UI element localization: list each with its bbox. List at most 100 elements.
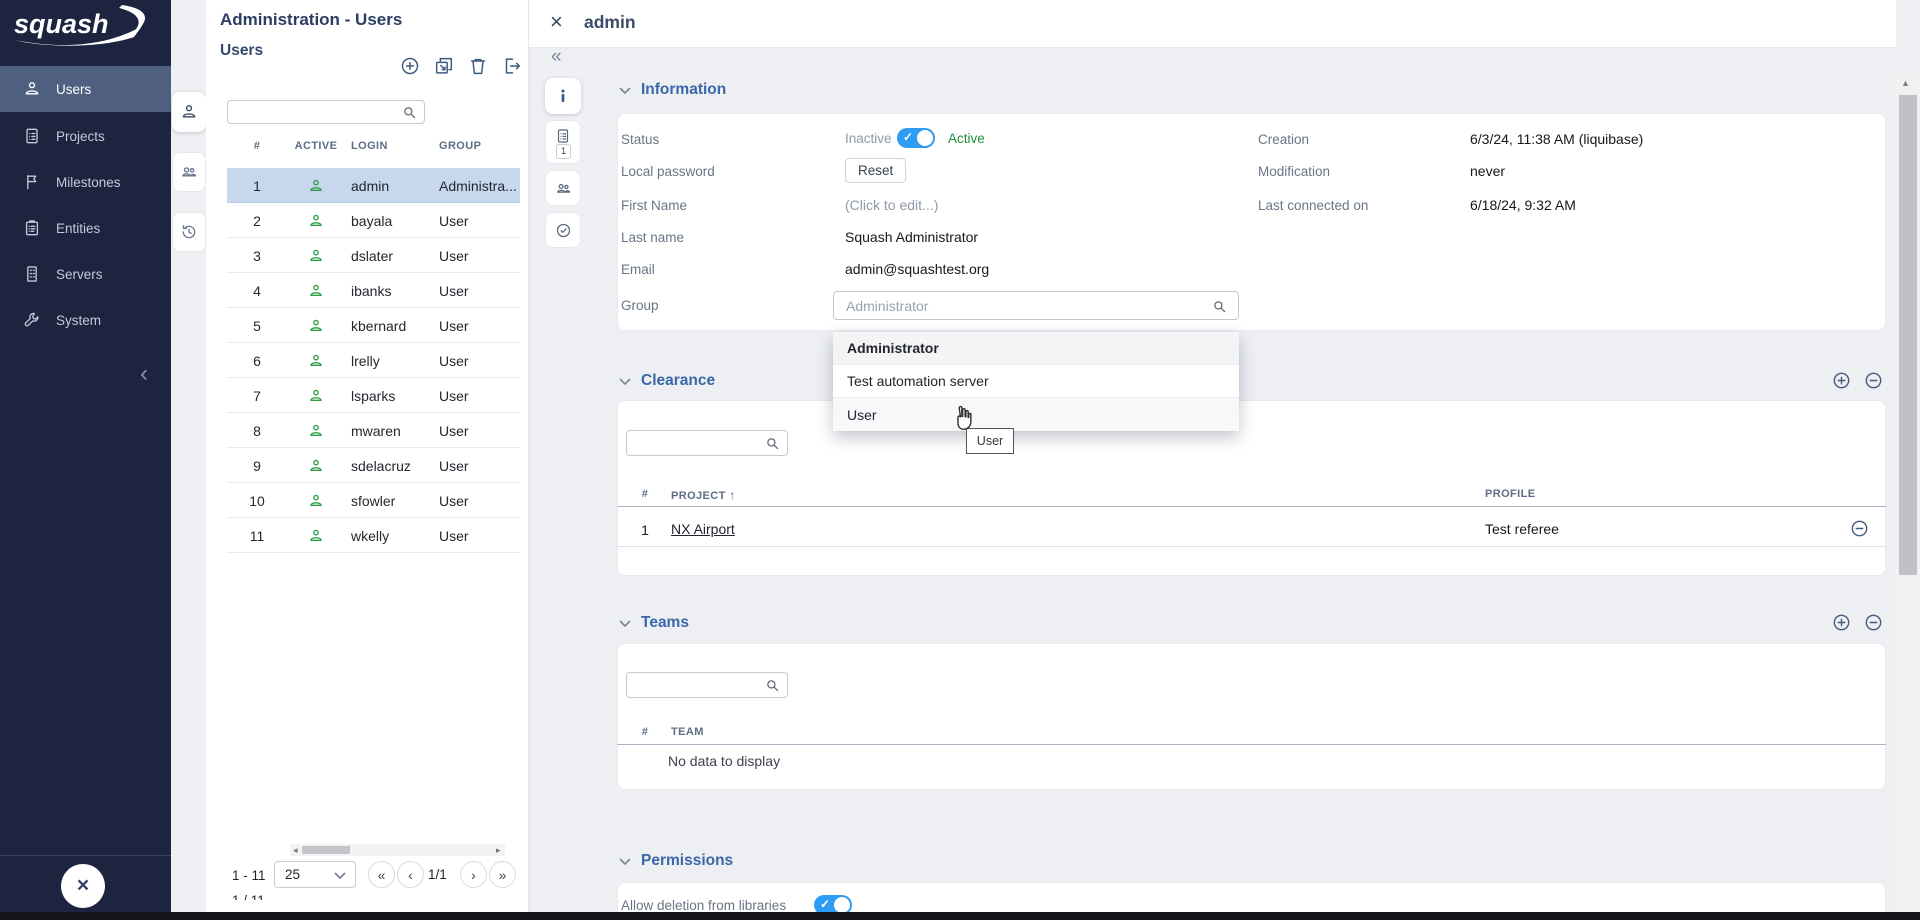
clearance-search-input[interactable]: [633, 432, 761, 452]
clearance-row-num: 1: [633, 522, 657, 538]
teams-card: [617, 643, 1886, 790]
sidebar-item-milestones[interactable]: Milestones: [0, 159, 171, 205]
tab-information[interactable]: [545, 78, 581, 114]
field-label: First Name: [621, 198, 687, 213]
section-title-information[interactable]: Information: [641, 81, 726, 99]
col-header-group[interactable]: GROUP: [439, 140, 481, 158]
sidebar-item-projects[interactable]: Projects: [0, 113, 171, 159]
sidebar-item-label: Milestones: [56, 175, 121, 190]
email-value[interactable]: admin@squashtest.org: [845, 261, 989, 277]
group-combobox[interactable]: Administrator: [833, 291, 1239, 320]
project-link[interactable]: NX Airport: [671, 521, 735, 537]
bottom-bar: [0, 912, 1920, 920]
col-header-login[interactable]: LOGIN: [351, 140, 388, 158]
user-row[interactable]: 5 kbernard User: [227, 308, 520, 343]
user-row[interactable]: 8 mwaren User: [227, 413, 520, 448]
user-row[interactable]: 1 admin Administra...: [227, 168, 520, 203]
col-header-num[interactable]: #: [633, 726, 657, 738]
col-header-team[interactable]: TEAM: [671, 726, 704, 738]
dropdown-option-administrator[interactable]: Administrator: [833, 332, 1239, 365]
server-icon: [22, 264, 42, 284]
remove-row-icon[interactable]: [1849, 518, 1870, 539]
search-icon: [401, 104, 418, 121]
remove-team-icon[interactable]: [1863, 612, 1884, 633]
tab-teams[interactable]: [545, 170, 581, 206]
user-row[interactable]: 9 sdelacruz User: [227, 448, 520, 483]
close-icon[interactable]: ×: [550, 9, 563, 35]
sidebar-collapse-icon[interactable]: ‹: [140, 362, 148, 386]
add-user-icon[interactable]: [399, 55, 421, 77]
collapse-panel-icon[interactable]: «: [551, 46, 562, 68]
active-user-icon: [307, 352, 325, 370]
section-title-clearance[interactable]: Clearance: [641, 372, 715, 390]
rail-tab-teams[interactable]: [172, 152, 206, 192]
document-icon: [22, 126, 42, 146]
rail-tab-users[interactable]: [172, 92, 206, 132]
first-name-value[interactable]: (Click to edit...): [845, 197, 938, 213]
vertical-scrollbar-thumb[interactable]: [1899, 95, 1917, 575]
flag-icon: [22, 172, 42, 192]
col-header-profile[interactable]: PROFILE: [1485, 488, 1535, 500]
page-size-select[interactable]: 25: [274, 861, 356, 888]
check-icon: ✓: [903, 130, 913, 144]
section-title-permissions[interactable]: Permissions: [641, 852, 733, 870]
sidebar-item-entities[interactable]: Entities: [0, 205, 171, 251]
check-icon: ✓: [820, 897, 830, 911]
search-icon: [1211, 298, 1228, 315]
scroll-right-icon[interactable]: ▸: [496, 844, 501, 856]
chevron-down-icon[interactable]: [619, 87, 631, 95]
scroll-left-icon[interactable]: ◂: [293, 844, 298, 856]
chevron-down-icon[interactable]: [619, 378, 631, 386]
pager-first-button[interactable]: «: [368, 861, 395, 888]
reset-password-button[interactable]: Reset: [845, 158, 906, 183]
remove-clearance-icon[interactable]: [1863, 370, 1884, 391]
user-row[interactable]: 6 lrelly User: [227, 343, 520, 378]
users-section-title: Users: [220, 42, 263, 60]
field-label: Email: [621, 262, 655, 277]
user-row[interactable]: 3 dslater User: [227, 238, 520, 273]
export-users-icon[interactable]: [501, 55, 523, 77]
sidebar-item-servers[interactable]: Servers: [0, 251, 171, 297]
col-header-num[interactable]: #: [633, 488, 657, 500]
col-header-num[interactable]: #: [227, 140, 287, 158]
user-row[interactable]: 7 lsparks User: [227, 378, 520, 413]
pager-last-button[interactable]: »: [489, 861, 516, 888]
copy-users-icon[interactable]: [433, 55, 455, 77]
user-row[interactable]: 4 ibanks User: [227, 273, 520, 308]
help-close-button[interactable]: ×: [61, 864, 105, 908]
dropdown-option-user[interactable]: User: [833, 398, 1239, 431]
last-name-value[interactable]: Squash Administrator: [845, 229, 978, 245]
svg-text:squash: squash: [14, 9, 109, 39]
add-team-icon[interactable]: [1831, 612, 1852, 633]
col-header-active[interactable]: ACTIVE: [287, 140, 345, 158]
sidebar-item-system[interactable]: System: [0, 297, 171, 343]
user-row[interactable]: 2 bayala User: [227, 203, 520, 238]
chevron-down-icon[interactable]: [619, 858, 631, 866]
tab-permissions[interactable]: [545, 212, 581, 248]
horizontal-scrollbar-thumb[interactable]: [302, 846, 350, 854]
table-header-divider: [617, 506, 1886, 507]
user-row[interactable]: 11 wkelly User: [227, 518, 520, 553]
dropdown-option-test-automation-server[interactable]: Test automation server: [833, 365, 1239, 398]
field-label: Group: [621, 298, 659, 313]
user-icon: [179, 102, 199, 122]
add-clearance-icon[interactable]: [1831, 370, 1852, 391]
sidebar-item-users[interactable]: Users: [0, 66, 171, 112]
sidebar: squash Users Projects Milestones Entitie…: [0, 0, 171, 912]
chevron-down-icon[interactable]: [619, 620, 631, 628]
section-title-teams[interactable]: Teams: [641, 614, 689, 632]
col-header-project[interactable]: PROJECT ↑: [671, 488, 736, 502]
active-user-icon: [307, 247, 325, 265]
pager-next-button[interactable]: ›: [460, 861, 487, 888]
squash-logo: squash: [6, 2, 164, 48]
teams-search-input[interactable]: [633, 674, 761, 694]
rail-tab-history[interactable]: [172, 212, 206, 252]
status-toggle[interactable]: ✓: [897, 128, 935, 148]
sidebar-divider: [0, 855, 171, 856]
user-row[interactable]: 10 sfowler User: [227, 483, 520, 518]
delete-users-icon[interactable]: [467, 55, 489, 77]
field-label: Last name: [621, 230, 684, 245]
users-search-input[interactable]: [234, 102, 391, 122]
scroll-up-icon[interactable]: ▲: [1901, 78, 1910, 88]
pager-prev-button[interactable]: ‹: [397, 861, 424, 888]
